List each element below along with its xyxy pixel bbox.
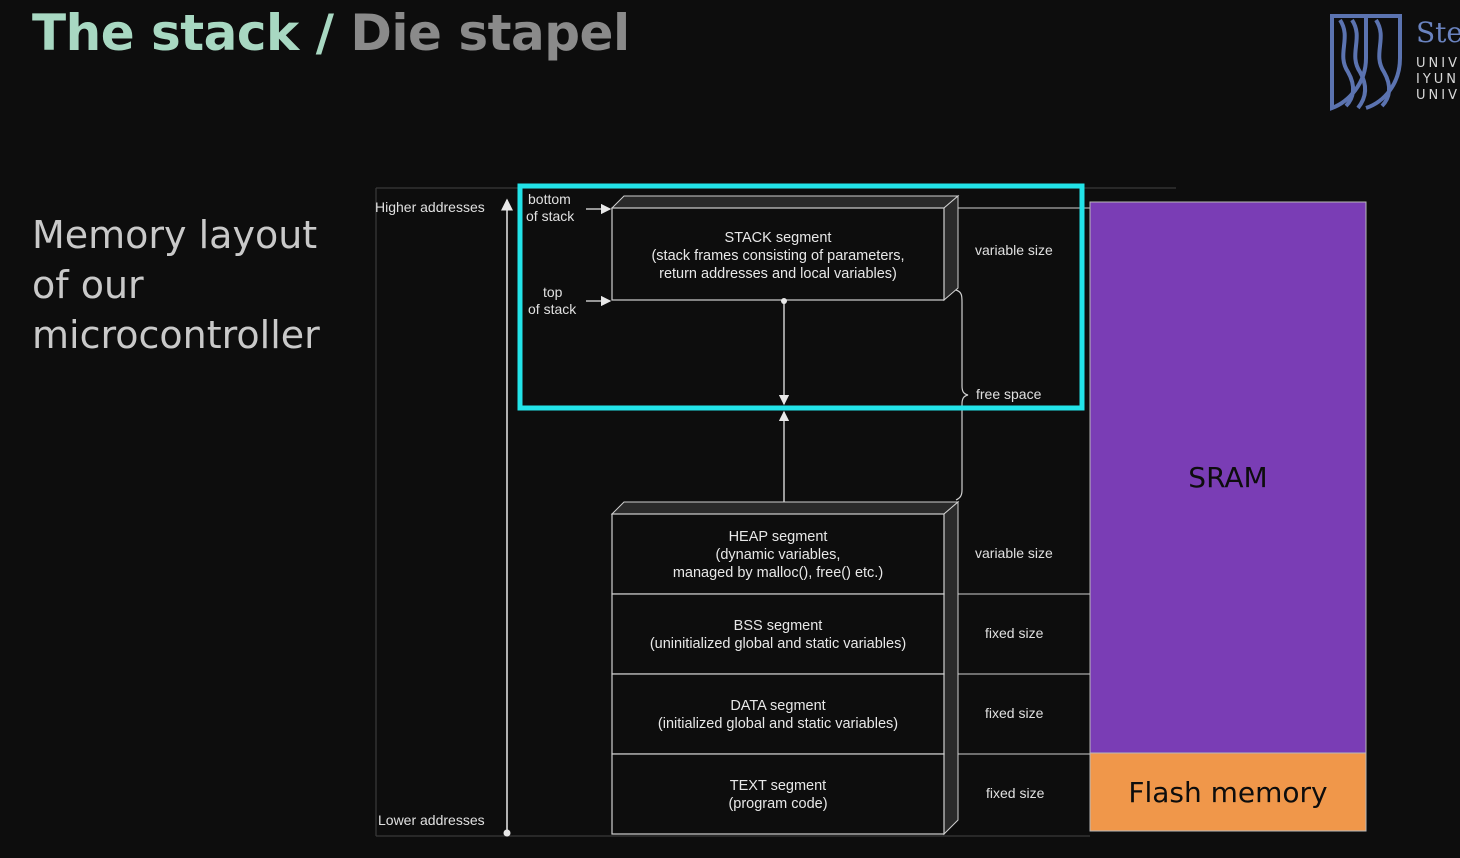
data-segment: DATA segment (initialized global and sta…: [611, 673, 945, 755]
text-size-label: fixed size: [986, 785, 1045, 801]
flash-memory-label: Flash memory: [1128, 775, 1328, 809]
sram-label: SRAM: [1188, 461, 1268, 494]
text-segment: TEXT segment (program code): [611, 753, 945, 835]
free-space-brace: [955, 289, 969, 501]
data-segment-title: DATA segment: [730, 698, 825, 714]
address-axis: Higher addresses Lower addresses: [375, 198, 513, 837]
bss-segment-desc: (uninitialized global and static variabl…: [650, 636, 906, 652]
lower-addresses-label: Lower addresses: [378, 812, 485, 828]
heap-size-label: variable size: [975, 545, 1053, 561]
text-segment-desc: (program code): [728, 796, 827, 812]
free-space-label: free space: [976, 386, 1042, 402]
top-of-stack-pointer: top of stack: [528, 284, 612, 317]
bottom-of-stack-label-2: of stack: [526, 208, 575, 224]
stack-segment-title: STACK segment: [725, 230, 832, 246]
bottom-of-stack-pointer: bottom of stack: [526, 191, 612, 224]
stack-segment-desc-2: return addresses and local variables): [659, 266, 897, 282]
stack-growth-arrow: [778, 298, 790, 406]
data-segment-desc: (initialized global and static variables…: [658, 716, 898, 732]
stack-segment: STACK segment (stack frames consisting o…: [610, 194, 960, 302]
bottom-of-stack-label-1: bottom: [528, 191, 571, 207]
top-of-stack-label-1: top: [543, 284, 563, 300]
heap-segment-desc-1: (dynamic variables,: [716, 547, 841, 563]
top-of-stack-label-2: of stack: [528, 301, 577, 317]
bss-segment: BSS segment (uninitialized global and st…: [611, 593, 945, 675]
data-size-label: fixed size: [985, 705, 1044, 721]
heap-growth-arrow: [778, 410, 790, 511]
text-segment-title: TEXT segment: [730, 778, 826, 794]
heap-segment-title: HEAP segment: [729, 529, 828, 545]
bss-segment-title: BSS segment: [734, 618, 823, 634]
stack-segment-desc-1: (stack frames consisting of parameters,: [651, 248, 904, 264]
bss-size-label: fixed size: [985, 625, 1044, 641]
higher-addresses-label: Higher addresses: [375, 199, 485, 215]
stack-size-label: variable size: [975, 242, 1053, 258]
heap-segment-desc-2: managed by malloc(), free() etc.): [673, 565, 883, 581]
